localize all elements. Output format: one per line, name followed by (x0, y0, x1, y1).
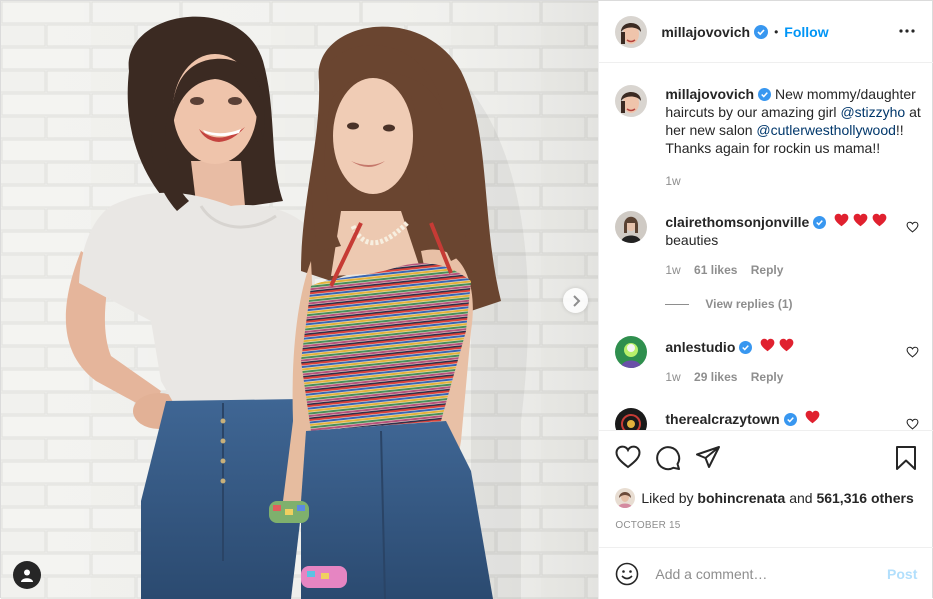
commenter-avatar-image (615, 408, 648, 430)
post-date[interactable]: OCTOBER 15 (615, 520, 680, 531)
red-hearts-emoji (834, 213, 887, 230)
likes-summary: Liked by bohincrenata and 561,316 others (615, 488, 914, 508)
author-avatar-image (615, 15, 648, 48)
bookmark-icon[interactable] (895, 445, 917, 471)
next-photo-button[interactable] (563, 288, 588, 313)
verified-icon (739, 341, 753, 354)
comment-body: beauties (665, 232, 719, 248)
caption-avatar[interactable] (615, 85, 648, 117)
caption-avatar-image (615, 85, 648, 117)
chevron-right-icon (572, 294, 580, 307)
liked-by-and: and (789, 490, 813, 506)
comment-username[interactable]: therealcrazytown (665, 411, 779, 427)
comment-meta: 1w 29 likes Reply (665, 370, 793, 384)
comment-likes[interactable]: 29 likes (694, 370, 737, 384)
comment-username[interactable]: anlestudio (665, 339, 735, 355)
red-heart-emoji-icon (853, 213, 868, 227)
instagram-post: millajovovich • Follow millajovovich New… (0, 0, 933, 599)
red-heart-emoji-icon (760, 338, 775, 352)
comments-list[interactable]: millajovovich New mommy/daughter haircut… (599, 63, 933, 430)
comment-text: clairethomsonjonville beauties (665, 213, 895, 249)
liker-avatar-image (615, 488, 636, 508)
caption-text: millajovovich New mommy/daughter haircut… (665, 85, 923, 157)
mention-stizzyho[interactable]: @stizzyho (840, 104, 905, 120)
caption-username[interactable]: millajovovich (665, 86, 754, 102)
red-heart-emoji-icon (834, 213, 849, 227)
reply-button[interactable]: Reply (751, 263, 784, 277)
commenter-avatar-image (615, 211, 648, 243)
view-replies-label: View replies (1) (705, 297, 793, 311)
post-sidebar: millajovovich • Follow millajovovich New… (598, 1, 933, 599)
comment-icon[interactable] (655, 445, 681, 471)
more-icon[interactable] (899, 21, 915, 41)
comment-username[interactable]: clairethomsonjonville (665, 214, 809, 230)
view-replies-line (665, 303, 690, 305)
liked-by-user[interactable]: bohincrenata (697, 490, 785, 506)
red-heart-emoji-icon (872, 213, 887, 227)
liker-avatar[interactable] (615, 488, 636, 508)
action-bar (599, 430, 933, 486)
post-photo[interactable] (1, 1, 599, 599)
comment-text: anlestudio (665, 338, 895, 356)
verified-icon (754, 24, 769, 39)
red-heart-emoji-icon (805, 410, 819, 424)
red-heart-emoji-icon (779, 338, 794, 352)
heart-icon[interactable] (906, 346, 919, 358)
tagged-users-button[interactable] (13, 561, 41, 589)
red-hearts-emoji (805, 410, 820, 427)
post-header: millajovovich • Follow (599, 1, 933, 63)
share-icon[interactable] (695, 445, 721, 469)
add-comment-bar: Post (599, 547, 933, 599)
verified-icon (783, 413, 797, 426)
commenter-avatar[interactable] (615, 408, 648, 430)
comment-input[interactable] (655, 565, 888, 582)
red-hearts-emoji (760, 338, 794, 355)
commenter-avatar-image (615, 336, 648, 368)
mention-cutlerwesthollywood[interactable]: @cutlerwesthollywood (756, 122, 896, 138)
author-avatar[interactable] (615, 15, 648, 48)
author-username[interactable]: millajovovich (661, 24, 750, 40)
verified-icon (758, 88, 772, 101)
liked-by-prefix: Liked by (641, 490, 694, 506)
view-replies-button[interactable]: View replies (1) (665, 297, 793, 311)
verified-icon (813, 216, 827, 229)
comment-time[interactable]: 1w (665, 370, 680, 384)
caption-timestamp[interactable]: 1w (665, 174, 680, 188)
heart-icon[interactable] (615, 445, 641, 469)
reply-button[interactable]: Reply (751, 370, 784, 384)
user-tag-icon (21, 569, 33, 582)
comment-time[interactable]: 1w (665, 263, 680, 277)
follow-button[interactable]: Follow (784, 24, 828, 40)
separator-dot: • (774, 24, 779, 39)
comment-likes[interactable]: 61 likes (694, 263, 737, 277)
commenter-avatar[interactable] (615, 336, 648, 368)
photo-image (1, 1, 599, 599)
comment-meta: 1w 61 likes Reply (665, 263, 793, 277)
post-comment-button[interactable]: Post (887, 566, 917, 582)
heart-icon[interactable] (906, 418, 919, 430)
comment-text: therealcrazytown (665, 410, 895, 428)
emoji-icon[interactable] (615, 562, 639, 586)
liked-by-count[interactable]: 561,316 others (816, 490, 913, 506)
heart-icon[interactable] (906, 221, 919, 233)
commenter-avatar[interactable] (615, 211, 648, 243)
